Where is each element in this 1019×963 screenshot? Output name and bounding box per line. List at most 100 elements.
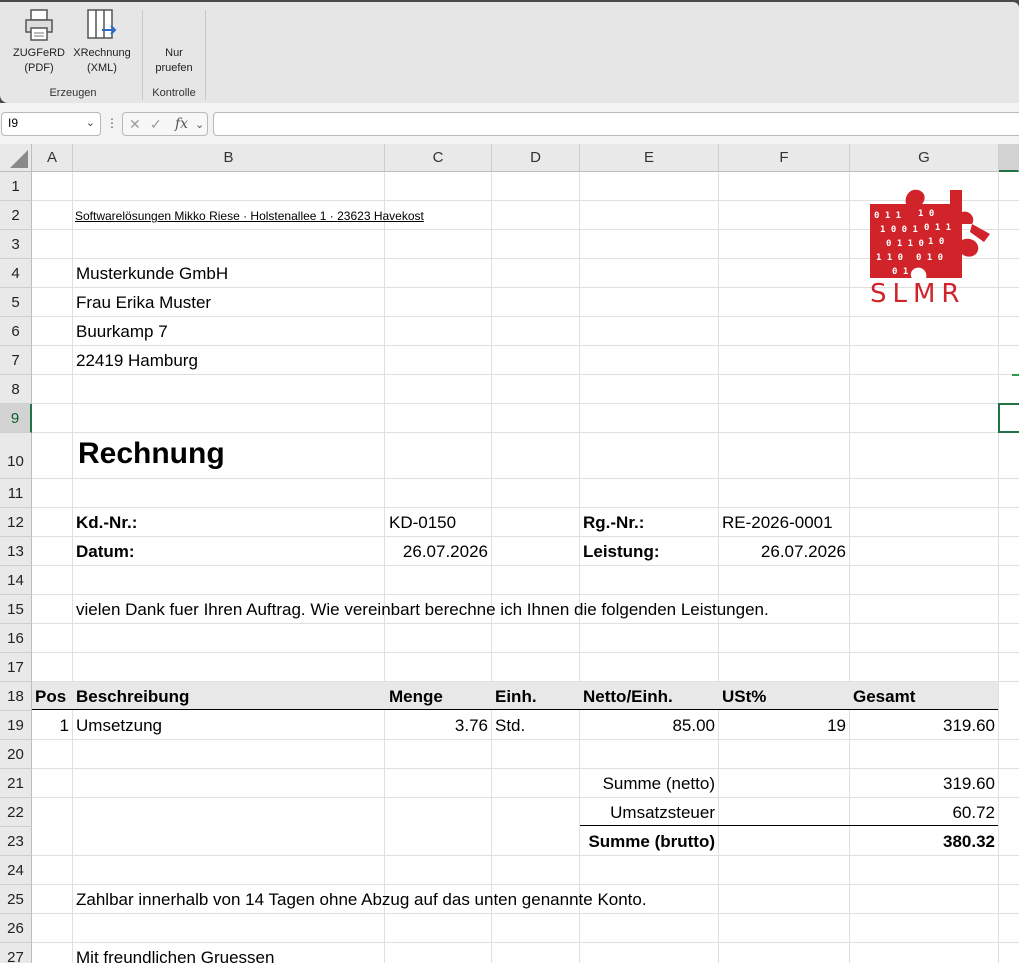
grid-line [32, 768, 1019, 769]
row-header-26[interactable]: 26 [0, 914, 32, 943]
th-pos: Pos [35, 687, 67, 706]
row-header-20[interactable]: 20 [0, 740, 32, 769]
row-header-5[interactable]: 5 [0, 288, 32, 317]
recipient-line-2: Frau Erika Muster [76, 293, 212, 312]
row-header-15[interactable]: 15 [0, 595, 32, 624]
spreadsheet-grid: A B C D E F G 1 2 3 4 5 6 7 8 9 10 11 12… [0, 144, 1019, 963]
grid-line [32, 432, 1019, 433]
recipient-line-4: 22419 Hamburg [76, 351, 198, 370]
more-options-icon[interactable]: ⋮ [106, 116, 118, 130]
scroll-indicator[interactable] [1012, 374, 1019, 376]
summe-netto-label: Summe (netto) [602, 774, 715, 793]
col-header-g[interactable]: G [850, 144, 999, 172]
ust-label: Umsatzsteuer [610, 803, 715, 822]
row-header-27[interactable]: 27 [0, 943, 32, 963]
grid-line [32, 478, 1019, 479]
row-header-17[interactable]: 17 [0, 653, 32, 682]
kd-value: KD-0150 [389, 513, 457, 532]
printer-icon [25, 9, 53, 41]
row-header-16[interactable]: 16 [0, 624, 32, 653]
row-header-4[interactable]: 4 [0, 259, 32, 288]
rg-label: Rg.-Nr.: [583, 513, 645, 532]
item-gesamt: 319.60 [943, 716, 995, 735]
item-pos: 1 [59, 716, 69, 735]
ribbon: ZUGFeRD (PDF) XRechnung (XML) Nur pruefe… [0, 0, 1019, 103]
row-header-13[interactable]: 13 [0, 537, 32, 566]
col-header-c[interactable]: C [385, 144, 492, 172]
row-header-8[interactable]: 8 [0, 375, 32, 404]
item-netto: 85.00 [672, 716, 715, 735]
grid-line [491, 172, 492, 963]
recipient-line-1: Musterkunde GmbH [76, 264, 229, 283]
grid-line [32, 565, 1019, 566]
summe-brutto-label: Summe (brutto) [588, 832, 715, 851]
row-header-12[interactable]: 12 [0, 508, 32, 537]
nur-pruefen-button[interactable]: Nur pruefen [148, 46, 200, 76]
datum-label: Datum: [76, 542, 135, 561]
grid-line [998, 172, 999, 963]
svg-text:1 0: 1 0 [918, 209, 934, 219]
grid-line [32, 345, 1019, 346]
recipient-line-3: Buurkamp 7 [76, 322, 168, 341]
insert-function-icon[interactable]: fx [175, 116, 188, 132]
grid-line [32, 739, 1019, 740]
group-label-erzeugen: Erzeugen [49, 87, 97, 99]
row-header-6[interactable]: 6 [0, 317, 32, 346]
row-header-23[interactable]: 23 [0, 827, 32, 856]
row-header-19[interactable]: 19 [0, 711, 32, 740]
select-all-button[interactable] [0, 144, 32, 172]
formula-actions: ✕ ✓ fx ⌄ [122, 112, 208, 136]
company-logo: 0 1 1 1 0 1 0 0 1 0 1 1 0 1 1 0 1 0 1 1 … [866, 182, 996, 309]
nur-pruefen-label-1: Nur [165, 47, 183, 59]
col-header-d[interactable]: D [492, 144, 580, 172]
row-header-25[interactable]: 25 [0, 885, 32, 914]
zugferd-label-2: (PDF) [24, 62, 54, 74]
kd-label: Kd.-Nr.: [76, 513, 138, 532]
xml-export-icon [87, 9, 117, 39]
row-header-21[interactable]: 21 [0, 769, 32, 798]
name-box[interactable]: I9 ⌄ [1, 112, 101, 136]
col-header-h[interactable] [999, 144, 1019, 172]
item-ust: 19 [827, 716, 846, 735]
row-header-18[interactable]: 18 [0, 682, 32, 711]
row-header-11[interactable]: 11 [0, 479, 32, 508]
row-header-7[interactable]: 7 [0, 346, 32, 375]
grid-line [32, 374, 1019, 375]
row-header-3[interactable]: 3 [0, 230, 32, 259]
formula-bar: I9 ⌄ ⋮ ✕ ✓ fx ⌄ [0, 103, 1019, 145]
col-header-e[interactable]: E [580, 144, 719, 172]
formula-input[interactable] [213, 112, 1019, 136]
th-netto: Netto/Einh. [583, 687, 673, 706]
chevron-down-icon[interactable]: ⌄ [86, 116, 95, 129]
row-header-9[interactable]: 9 [0, 404, 32, 433]
row-header-22[interactable]: 22 [0, 798, 32, 827]
row-header-2[interactable]: 2 [0, 201, 32, 230]
confirm-icon[interactable]: ✓ [150, 116, 162, 133]
invoice-title: Rechnung [78, 437, 225, 470]
grid-line [32, 913, 1019, 914]
row-header-14[interactable]: 14 [0, 566, 32, 595]
selected-cell[interactable] [998, 403, 1019, 433]
row-header-1[interactable]: 1 [0, 172, 32, 201]
zugferd-pdf-button[interactable]: ZUGFeRD (PDF) [10, 8, 68, 76]
col-header-f[interactable]: F [719, 144, 850, 172]
col-header-a[interactable]: A [32, 144, 73, 172]
grid-line [32, 652, 1019, 653]
grid-line [32, 594, 1019, 595]
puzzle-logo-icon: 0 1 1 1 0 1 0 0 1 0 1 1 0 1 1 0 1 0 1 1 … [870, 189, 990, 309]
intro-text: vielen Dank fuer Ihren Auftrag. Wie vere… [76, 600, 769, 619]
item-beschreibung: Umsetzung [76, 716, 162, 735]
name-box-value: I9 [8, 116, 19, 130]
row-header-24[interactable]: 24 [0, 856, 32, 885]
xrechnung-label-2: (XML) [87, 62, 117, 74]
chevron-down-icon[interactable]: ⌄ [195, 118, 204, 131]
cancel-icon[interactable]: ✕ [129, 116, 141, 133]
grid-line [72, 172, 73, 963]
col-header-b[interactable]: B [73, 144, 385, 172]
xrechnung-xml-button[interactable]: XRechnung (XML) [70, 8, 134, 76]
grid-line [32, 681, 1019, 682]
row-header-10[interactable]: 10 [0, 433, 32, 479]
logo-text: SLMR [870, 279, 966, 306]
th-beschreibung: Beschreibung [76, 687, 190, 706]
svg-text:1 1 0: 1 1 0 [876, 253, 903, 263]
